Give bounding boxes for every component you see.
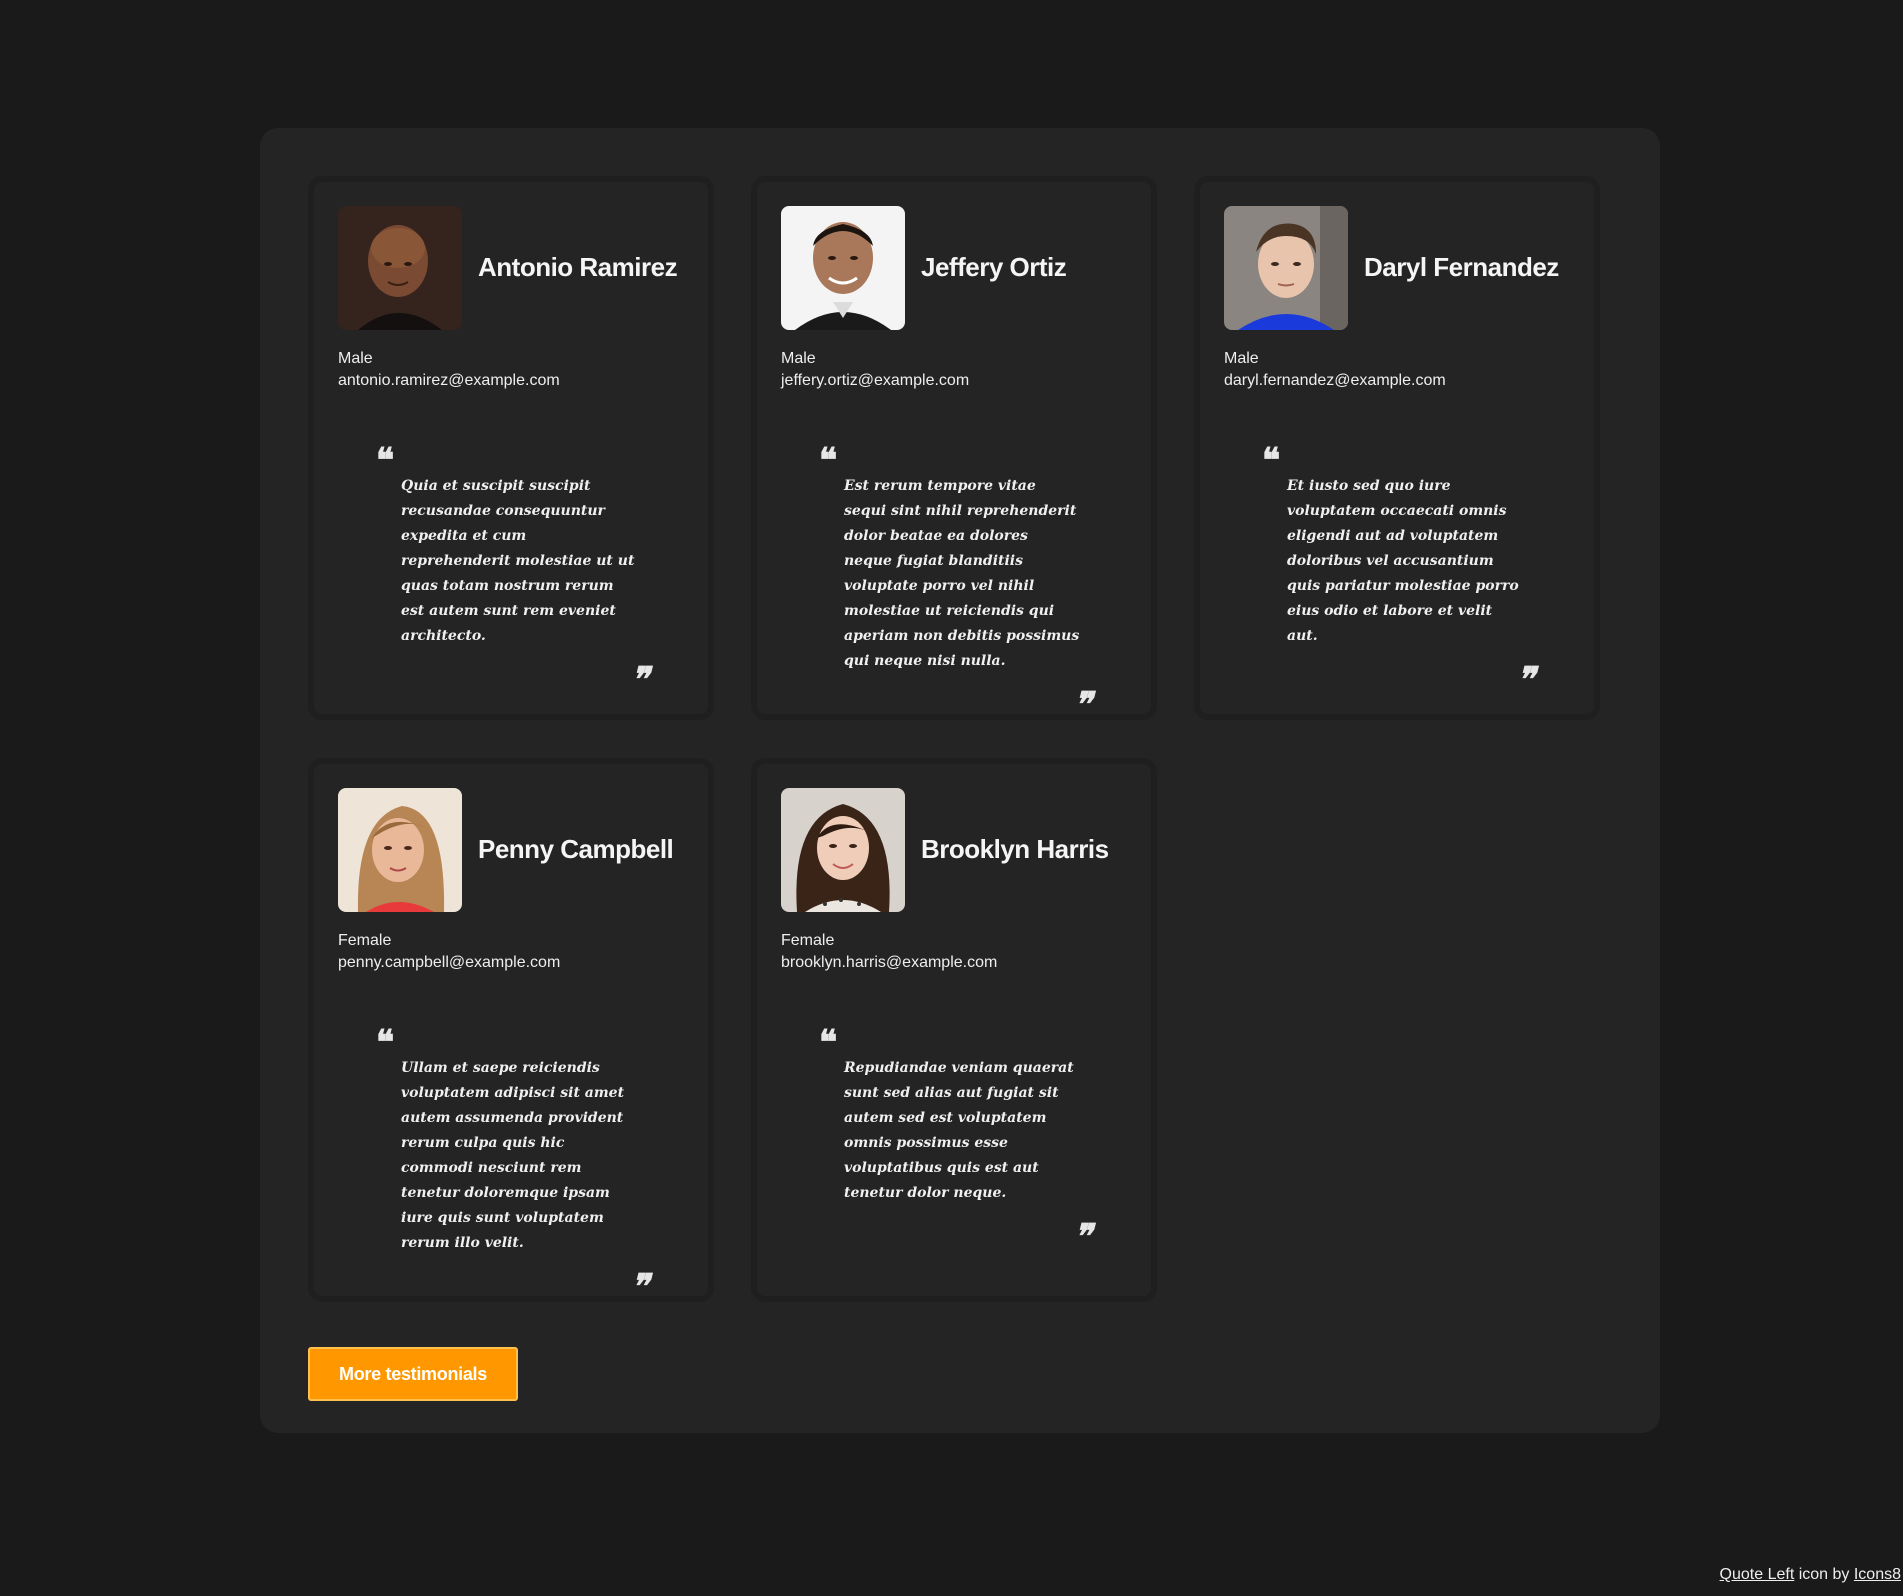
- quote-right-icon: ❞: [1073, 1217, 1092, 1257]
- testimonial-quote: Repudiandae veniam quaerat sunt sed alia…: [844, 1056, 1092, 1254]
- testimonial-quote-text: Quia et suscipit suscipit recusandae con…: [401, 478, 635, 644]
- icons8-link[interactable]: Icons8: [1854, 1566, 1901, 1583]
- quote-right-icon: ❞: [630, 1267, 649, 1307]
- quote-left-icon: ❝: [1262, 441, 1281, 481]
- testimonial-quote: Quia et suscipit suscipit recusandae con…: [401, 474, 649, 697]
- quote-right-icon: ❞: [1516, 660, 1535, 700]
- avatar: [781, 788, 905, 912]
- credit-text: icon by: [1794, 1566, 1854, 1583]
- testimonial-quote-text: Repudiandae veniam quaerat sunt sed alia…: [844, 1060, 1074, 1201]
- testimonial-quote-text: Ullam et saepe reiciendis voluptatem adi…: [401, 1060, 625, 1251]
- quote-left-icon: ❝: [819, 1023, 838, 1063]
- person-gender: Male: [781, 350, 816, 367]
- person-email: antonio.ramirez@example.com: [338, 372, 560, 389]
- avatar: [338, 788, 462, 912]
- avatar: [338, 206, 462, 330]
- testimonial-quote: Est rerum tempore vitae sequi sint nihil…: [844, 474, 1092, 722]
- icon-credit: Quote Left icon by Icons8: [1720, 1566, 1901, 1584]
- quote-right-icon: ❞: [630, 660, 649, 700]
- testimonials-panel: Antonio Ramirez Male antonio.ramirez@exa…: [260, 128, 1660, 1433]
- quote-right-icon: ❞: [1073, 685, 1092, 725]
- testimonial-quote: Et iusto sed quo iure voluptatem occaeca…: [1287, 474, 1535, 697]
- person-name: Brooklyn Harris: [921, 834, 1109, 864]
- testimonial-card: Penny Campbell Female penny.campbell@exa…: [308, 758, 714, 1304]
- person-gender: Female: [781, 932, 835, 949]
- person-name: Daryl Fernandez: [1364, 252, 1559, 282]
- avatar: [781, 206, 905, 330]
- person-gender: Male: [338, 350, 373, 367]
- testimonial-card: Jeffery Ortiz Male jeffery.ortiz@example…: [751, 176, 1157, 722]
- quote-left-icon: ❝: [376, 1023, 395, 1063]
- person-gender: Female: [338, 932, 392, 949]
- person-email: penny.campbell@example.com: [338, 954, 561, 971]
- person-name: Jeffery Ortiz: [921, 252, 1067, 282]
- testimonial-card: Brooklyn Harris Female brooklyn.harris@e…: [751, 758, 1157, 1302]
- testimonial-quote: Ullam et saepe reiciendis voluptatem adi…: [401, 1056, 649, 1304]
- more-testimonials-button[interactable]: More testimonials: [308, 1347, 518, 1401]
- person-name: Penny Campbell: [478, 834, 674, 864]
- quote-left-link[interactable]: Quote Left: [1720, 1566, 1795, 1583]
- testimonial-quote-text: Et iusto sed quo iure voluptatem occaeca…: [1287, 478, 1519, 644]
- quote-left-icon: ❝: [819, 441, 838, 481]
- person-email: brooklyn.harris@example.com: [781, 954, 998, 971]
- person-gender: Male: [1224, 350, 1259, 367]
- person-email: jeffery.ortiz@example.com: [781, 372, 970, 389]
- person-email: daryl.fernandez@example.com: [1224, 372, 1446, 389]
- quote-left-icon: ❝: [376, 441, 395, 481]
- avatar: [1224, 206, 1348, 330]
- person-name: Antonio Ramirez: [478, 252, 678, 282]
- testimonial-card: Daryl Fernandez Male daryl.fernandez@exa…: [1194, 176, 1600, 720]
- testimonial-quote-text: Est rerum tempore vitae sequi sint nihil…: [844, 478, 1080, 669]
- testimonial-card: Antonio Ramirez Male antonio.ramirez@exa…: [308, 176, 714, 720]
